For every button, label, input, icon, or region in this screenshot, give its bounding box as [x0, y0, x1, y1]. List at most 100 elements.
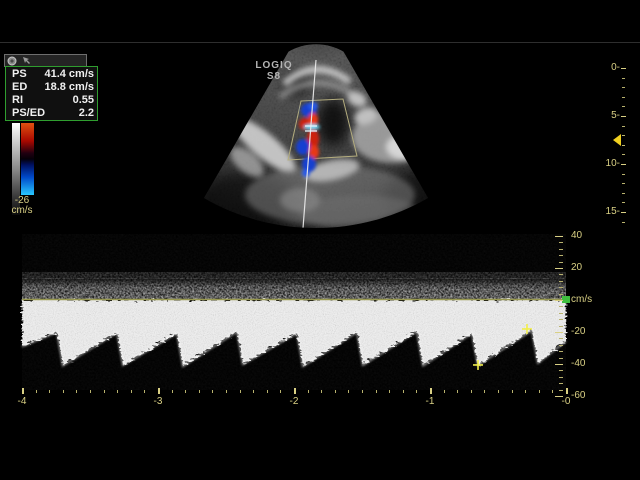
- axis-tick: [22, 388, 24, 394]
- axis-tick: [117, 390, 118, 393]
- axis-tick: [63, 390, 64, 393]
- axis-tick: [253, 390, 254, 393]
- axis-tick: [90, 390, 91, 393]
- baseline-marker[interactable]: [562, 296, 570, 303]
- axis-tick: [348, 390, 349, 393]
- axis-tick: [280, 390, 281, 393]
- axis-tick: [622, 202, 625, 203]
- axis-tick: [622, 135, 625, 136]
- axis-tick: [622, 106, 625, 107]
- axis-tick: [555, 364, 563, 365]
- axis-tick: [622, 193, 625, 194]
- axis-tick: [559, 249, 563, 250]
- time-tick-label: -3: [154, 397, 163, 407]
- time-tick-label: -1: [426, 397, 435, 407]
- time-tick-label: -2: [290, 397, 299, 407]
- axis-tick: [416, 390, 417, 393]
- axis-tick: [622, 154, 625, 155]
- axis-tick: [559, 351, 563, 352]
- axis-tick: [559, 306, 563, 307]
- axis-tick: [559, 319, 563, 320]
- axis-tick: [131, 390, 132, 393]
- time-tick-label: -4: [18, 397, 27, 407]
- axis-tick: [622, 222, 625, 223]
- axis-tick: [226, 390, 227, 393]
- time-tick-label: -0: [562, 397, 571, 407]
- axis-tick: [321, 390, 322, 393]
- axis-tick: [49, 390, 50, 393]
- axis-tick: [308, 390, 309, 393]
- axis-tick: [559, 390, 563, 391]
- axis-tick: [430, 388, 432, 394]
- axis-tick: [621, 212, 626, 213]
- axis-tick: [104, 390, 105, 393]
- axis-tick: [622, 78, 625, 79]
- velocity-tick-label: -20: [571, 327, 585, 337]
- axis-tick: [622, 126, 625, 127]
- axis-tick: [559, 274, 563, 275]
- axis-tick: [555, 332, 563, 333]
- axis-tick: [267, 390, 268, 393]
- axis-tick: [622, 174, 625, 175]
- axis-tick: [484, 390, 485, 393]
- axis-tick: [335, 390, 336, 393]
- spectral-noise-band: [22, 278, 566, 299]
- depth-tick-label: 15-: [606, 207, 620, 217]
- axis-tick: [555, 300, 563, 301]
- axis-tick: [559, 242, 563, 243]
- axis-tick: [621, 164, 626, 165]
- axis-tick: [471, 390, 472, 393]
- axis-tick: [199, 390, 200, 393]
- axis-tick: [212, 390, 213, 393]
- axis-tick: [552, 390, 553, 393]
- axis-tick: [172, 390, 173, 393]
- axis-tick: [240, 390, 241, 393]
- axis-tick: [559, 383, 563, 384]
- spectral-display: [0, 0, 640, 480]
- axis-tick: [158, 388, 160, 394]
- velocity-tick-label: 40: [571, 231, 582, 241]
- velocity-tick-label: 20: [571, 263, 582, 273]
- axis-tick: [559, 313, 563, 314]
- axis-tick: [512, 390, 513, 393]
- depth-tick-label: 0-: [611, 63, 620, 73]
- axis-tick: [444, 390, 445, 393]
- axis-tick: [144, 390, 145, 393]
- axis-tick: [294, 388, 296, 394]
- axis-tick: [622, 183, 625, 184]
- axis-tick: [559, 358, 563, 359]
- axis-tick: [559, 262, 563, 263]
- axis-tick: [362, 390, 363, 393]
- axis-tick: [403, 390, 404, 393]
- axis-tick: [559, 294, 563, 295]
- velocity-tick-label: -60: [571, 391, 585, 401]
- spectral-noise-band-upper: [22, 272, 566, 279]
- axis-tick: [559, 338, 563, 339]
- axis-tick: [622, 87, 625, 88]
- axis-tick: [76, 390, 77, 393]
- axis-tick: [185, 390, 186, 393]
- ultrasound-screen: PS41.4 cm/sED18.8 cm/sRI0.55PS/ED2.2 -26…: [0, 0, 640, 480]
- axis-tick: [559, 287, 563, 288]
- velocity-tick-label: -40: [571, 359, 585, 369]
- axis-tick: [559, 377, 563, 378]
- axis-tick: [555, 268, 563, 269]
- axis-tick: [622, 145, 625, 146]
- depth-tick-label: 5-: [611, 111, 620, 121]
- axis-tick: [621, 68, 626, 69]
- axis-tick: [555, 236, 563, 237]
- axis-tick: [389, 390, 390, 393]
- velocity-tick-label: cm/s: [571, 295, 592, 305]
- axis-tick: [559, 370, 563, 371]
- axis-tick: [457, 390, 458, 393]
- axis-tick: [36, 390, 37, 393]
- axis-tick: [566, 388, 568, 394]
- axis-tick: [376, 390, 377, 393]
- axis-tick: [621, 116, 626, 117]
- axis-tick: [622, 97, 625, 98]
- depth-tick-label: 10-: [606, 159, 620, 169]
- axis-tick: [559, 281, 563, 282]
- axis-tick: [539, 390, 540, 393]
- axis-tick: [525, 390, 526, 393]
- axis-tick: [559, 345, 563, 346]
